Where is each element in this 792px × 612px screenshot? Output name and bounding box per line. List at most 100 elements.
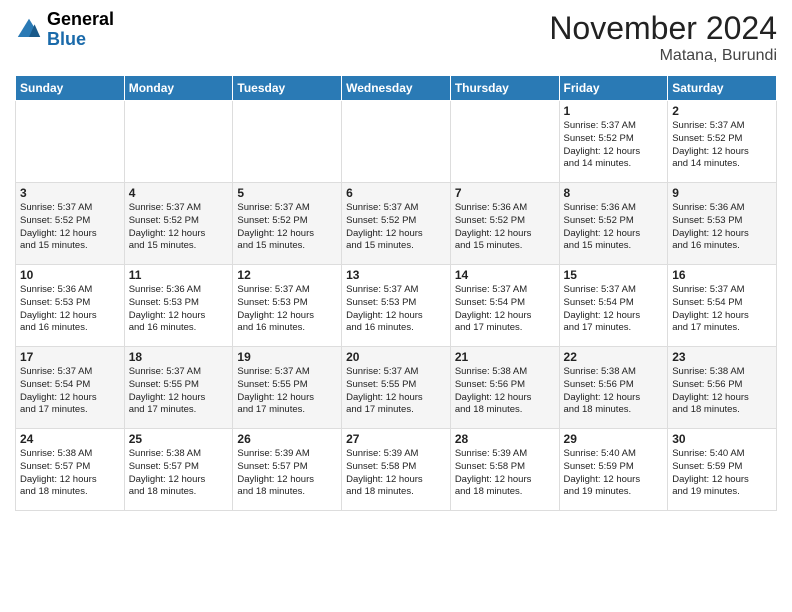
- day-info: Sunrise: 5:37 AM Sunset: 5:52 PM Dayligh…: [20, 202, 120, 253]
- day-info: Sunrise: 5:37 AM Sunset: 5:53 PM Dayligh…: [237, 284, 337, 335]
- day-info: Sunrise: 5:39 AM Sunset: 5:58 PM Dayligh…: [455, 448, 555, 499]
- day-info: Sunrise: 5:38 AM Sunset: 5:57 PM Dayligh…: [20, 448, 120, 499]
- day-number: 16: [672, 268, 772, 282]
- day-info: Sunrise: 5:37 AM Sunset: 5:52 PM Dayligh…: [237, 202, 337, 253]
- day-number: 27: [346, 432, 446, 446]
- day-info: Sunrise: 5:40 AM Sunset: 5:59 PM Dayligh…: [564, 448, 664, 499]
- calendar-cell: 21Sunrise: 5:38 AM Sunset: 5:56 PM Dayli…: [450, 347, 559, 429]
- day-info: Sunrise: 5:37 AM Sunset: 5:55 PM Dayligh…: [129, 366, 229, 417]
- calendar-cell: 12 Sunrise: 5:37 AM Sunset: 5:53 PM Dayli…: [233, 265, 342, 347]
- calendar-cell: 23 Sunrise: 5:38 AM Sunset: 5:56 PM Dayli…: [668, 347, 777, 429]
- day-number: 25: [129, 432, 229, 446]
- calendar-cell: 26 Sunrise: 5:39 AM Sunset: 5:57 PM Dayli…: [233, 429, 342, 511]
- day-number: 2: [672, 104, 772, 118]
- day-info: Sunrise: 5:37 AM Sunset: 5:55 PM Dayligh…: [346, 366, 446, 417]
- header: General Blue November 2024 Matana, Burun…: [15, 10, 777, 65]
- day-info: Sunrise: 5:37 AM Sunset: 5:54 PM Dayligh…: [672, 284, 772, 335]
- calendar-cell: 19Sunrise: 5:37 AM Sunset: 5:55 PM Dayli…: [233, 347, 342, 429]
- calendar-cell: 8 Sunrise: 5:36 AM Sunset: 5:52 PM Daylig…: [559, 183, 668, 265]
- day-number: 11: [129, 268, 229, 282]
- calendar-cell: 25 Sunrise: 5:38 AM Sunset: 5:57 PM Dayli…: [124, 429, 233, 511]
- logo-general: General: [47, 10, 114, 30]
- calendar-cell: [450, 101, 559, 183]
- col-header-wednesday: Wednesday: [342, 76, 451, 101]
- calendar-cell: [124, 101, 233, 183]
- day-number: 30: [672, 432, 772, 446]
- day-info: Sunrise: 5:39 AM Sunset: 5:57 PM Dayligh…: [237, 448, 337, 499]
- day-info: Sunrise: 5:36 AM Sunset: 5:52 PM Dayligh…: [455, 202, 555, 253]
- col-header-tuesday: Tuesday: [233, 76, 342, 101]
- day-info: Sunrise: 5:37 AM Sunset: 5:53 PM Dayligh…: [346, 284, 446, 335]
- calendar-header-row: SundayMondayTuesdayWednesdayThursdayFrid…: [16, 76, 777, 101]
- title-block: November 2024 Matana, Burundi: [549, 10, 777, 65]
- day-info: Sunrise: 5:39 AM Sunset: 5:58 PM Dayligh…: [346, 448, 446, 499]
- day-number: 21: [455, 350, 555, 364]
- day-info: Sunrise: 5:36 AM Sunset: 5:53 PM Dayligh…: [129, 284, 229, 335]
- calendar-cell: 3 Sunrise: 5:37 AM Sunset: 5:52 PM Daylig…: [16, 183, 125, 265]
- day-number: 23: [672, 350, 772, 364]
- day-number: 24: [20, 432, 120, 446]
- calendar-cell: [342, 101, 451, 183]
- calendar-cell: 22 Sunrise: 5:38 AM Sunset: 5:56 PM Dayli…: [559, 347, 668, 429]
- day-info: Sunrise: 5:40 AM Sunset: 5:59 PM Dayligh…: [672, 448, 772, 499]
- calendar-cell: 27 Sunrise: 5:39 AM Sunset: 5:58 PM Dayli…: [342, 429, 451, 511]
- calendar-cell: 28 Sunrise: 5:39 AM Sunset: 5:58 PM Dayli…: [450, 429, 559, 511]
- day-number: 3: [20, 186, 120, 200]
- day-info: Sunrise: 5:37 AM Sunset: 5:52 PM Dayligh…: [129, 202, 229, 253]
- day-number: 18: [129, 350, 229, 364]
- day-info: Sunrise: 5:37 AM Sunset: 5:54 PM Dayligh…: [564, 284, 664, 335]
- day-info: Sunrise: 5:36 AM Sunset: 5:53 PM Dayligh…: [20, 284, 120, 335]
- day-number: 7: [455, 186, 555, 200]
- calendar-week-5: 24 Sunrise: 5:38 AM Sunset: 5:57 PM Dayli…: [16, 429, 777, 511]
- logo-text: General Blue: [47, 10, 114, 50]
- month-year-title: November 2024: [549, 10, 777, 47]
- day-info: Sunrise: 5:38 AM Sunset: 5:56 PM Dayligh…: [564, 366, 664, 417]
- col-header-saturday: Saturday: [668, 76, 777, 101]
- calendar-cell: 20 Sunrise: 5:37 AM Sunset: 5:55 PM Dayli…: [342, 347, 451, 429]
- day-number: 19: [237, 350, 337, 364]
- day-number: 29: [564, 432, 664, 446]
- day-number: 20: [346, 350, 446, 364]
- day-number: 28: [455, 432, 555, 446]
- day-number: 9: [672, 186, 772, 200]
- calendar-cell: 24 Sunrise: 5:38 AM Sunset: 5:57 PM Dayli…: [16, 429, 125, 511]
- day-number: 12: [237, 268, 337, 282]
- day-number: 6: [346, 186, 446, 200]
- day-number: 26: [237, 432, 337, 446]
- calendar-cell: [16, 101, 125, 183]
- day-info: Sunrise: 5:37 AM Sunset: 5:54 PM Dayligh…: [20, 366, 120, 417]
- day-info: Sunrise: 5:38 AM Sunset: 5:57 PM Dayligh…: [129, 448, 229, 499]
- day-info: Sunrise: 5:37 AM Sunset: 5:52 PM Dayligh…: [672, 120, 772, 171]
- day-number: 15: [564, 268, 664, 282]
- calendar-cell: 10Sunrise: 5:36 AM Sunset: 5:53 PM Dayli…: [16, 265, 125, 347]
- calendar-cell: 5 Sunrise: 5:37 AM Sunset: 5:52 PM Daylig…: [233, 183, 342, 265]
- day-number: 5: [237, 186, 337, 200]
- calendar-cell: 16 Sunrise: 5:37 AM Sunset: 5:54 PM Dayli…: [668, 265, 777, 347]
- col-header-friday: Friday: [559, 76, 668, 101]
- calendar-cell: 14Sunrise: 5:37 AM Sunset: 5:54 PM Dayli…: [450, 265, 559, 347]
- day-number: 17: [20, 350, 120, 364]
- calendar-cell: 7 Sunrise: 5:36 AM Sunset: 5:52 PM Daylig…: [450, 183, 559, 265]
- calendar-week-3: 10Sunrise: 5:36 AM Sunset: 5:53 PM Dayli…: [16, 265, 777, 347]
- day-number: 8: [564, 186, 664, 200]
- calendar-table: SundayMondayTuesdayWednesdayThursdayFrid…: [15, 75, 777, 511]
- day-info: Sunrise: 5:36 AM Sunset: 5:52 PM Dayligh…: [564, 202, 664, 253]
- calendar-cell: [233, 101, 342, 183]
- page: General Blue November 2024 Matana, Burun…: [0, 0, 792, 612]
- calendar-cell: 2 Sunrise: 5:37 AM Sunset: 5:52 PM Daylig…: [668, 101, 777, 183]
- day-number: 14: [455, 268, 555, 282]
- calendar-cell: 29 Sunrise: 5:40 AM Sunset: 5:59 PM Dayli…: [559, 429, 668, 511]
- day-number: 22: [564, 350, 664, 364]
- location-subtitle: Matana, Burundi: [549, 47, 777, 65]
- calendar-cell: 4 Sunrise: 5:37 AM Sunset: 5:52 PM Daylig…: [124, 183, 233, 265]
- calendar-cell: 17 Sunrise: 5:37 AM Sunset: 5:54 PM Dayli…: [16, 347, 125, 429]
- calendar-week-2: 3 Sunrise: 5:37 AM Sunset: 5:52 PM Daylig…: [16, 183, 777, 265]
- calendar-cell: 13Sunrise: 5:37 AM Sunset: 5:53 PM Dayli…: [342, 265, 451, 347]
- col-header-sunday: Sunday: [16, 76, 125, 101]
- calendar-week-1: 1Sunrise: 5:37 AM Sunset: 5:52 PM Daylig…: [16, 101, 777, 183]
- day-info: Sunrise: 5:38 AM Sunset: 5:56 PM Dayligh…: [672, 366, 772, 417]
- day-number: 4: [129, 186, 229, 200]
- day-info: Sunrise: 5:37 AM Sunset: 5:52 PM Dayligh…: [346, 202, 446, 253]
- col-header-thursday: Thursday: [450, 76, 559, 101]
- logo-icon: [15, 16, 43, 44]
